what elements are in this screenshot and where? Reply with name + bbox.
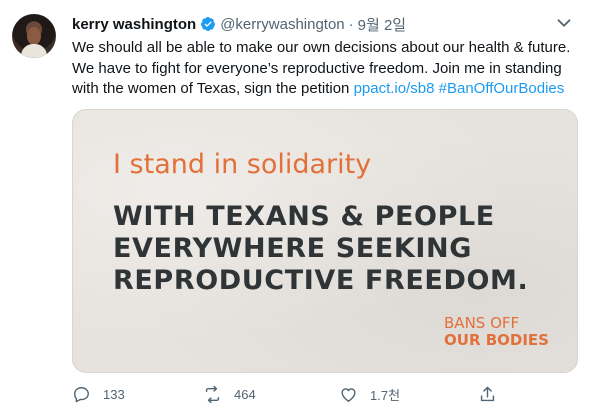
share-icon <box>480 386 495 402</box>
tweet-header: kerry washington @kerrywashington · 9월 2… <box>72 13 406 35</box>
like-count: 1.7천 <box>370 388 401 403</box>
image-headline: WITH TEXANS & PEOPLE EVERYWHERE SEEKING … <box>113 201 529 296</box>
retweet-icon <box>205 385 220 404</box>
more-options-icon[interactable] <box>553 12 575 34</box>
tweet-text-line-3: with the women of Texas, sign the petiti… <box>72 79 582 100</box>
reply-count: 133 <box>103 387 125 402</box>
logo-line-1: BANS OFF <box>444 314 520 332</box>
verified-icon <box>201 17 216 31</box>
share-button[interactable] <box>478 385 509 404</box>
petition-link[interactable]: ppact.io/sb8 <box>354 80 435 97</box>
tweet-text-line-3-prefix: with the women of Texas, sign the petiti… <box>72 80 354 97</box>
author-handle[interactable]: @kerrywashington <box>220 16 344 33</box>
hashtag-link[interactable]: #BanOffOurBodies <box>439 80 565 97</box>
tweet-actions: 133 464 1.7천 <box>72 385 512 411</box>
avatar-face <box>27 27 41 45</box>
image-solidarity-text: I stand in solidarity <box>113 149 372 180</box>
author-name[interactable]: kerry washington <box>72 16 196 33</box>
avatar[interactable] <box>12 14 56 58</box>
reply-icon <box>74 387 89 403</box>
tweet-text-line-1: We should all be able to make our own de… <box>72 39 571 56</box>
tweet-text: We should all be able to make our own de… <box>72 38 582 100</box>
heart-icon <box>341 388 356 402</box>
logo-line-2: OUR BODIES <box>444 331 549 349</box>
tweet-image[interactable]: I stand in solidarity WITH TEXANS & PEOP… <box>72 109 578 373</box>
tweet-date[interactable]: 9월 2일 <box>358 14 406 35</box>
tweet-text-line-2: We have to fight for everyone’s reproduc… <box>72 59 562 77</box>
tweet[interactable]: kerry washington @kerrywashington · 9월 2… <box>0 0 589 417</box>
separator-dot: · <box>348 15 354 33</box>
avatar-body <box>21 44 47 58</box>
retweet-count: 464 <box>234 387 256 402</box>
like-button[interactable]: 1.7천 <box>339 385 400 404</box>
retweet-button[interactable]: 464 <box>203 385 256 404</box>
bans-off-our-bodies-logo: BANS OFF OUR BODIES <box>444 315 549 349</box>
reply-button[interactable]: 133 <box>72 385 125 404</box>
